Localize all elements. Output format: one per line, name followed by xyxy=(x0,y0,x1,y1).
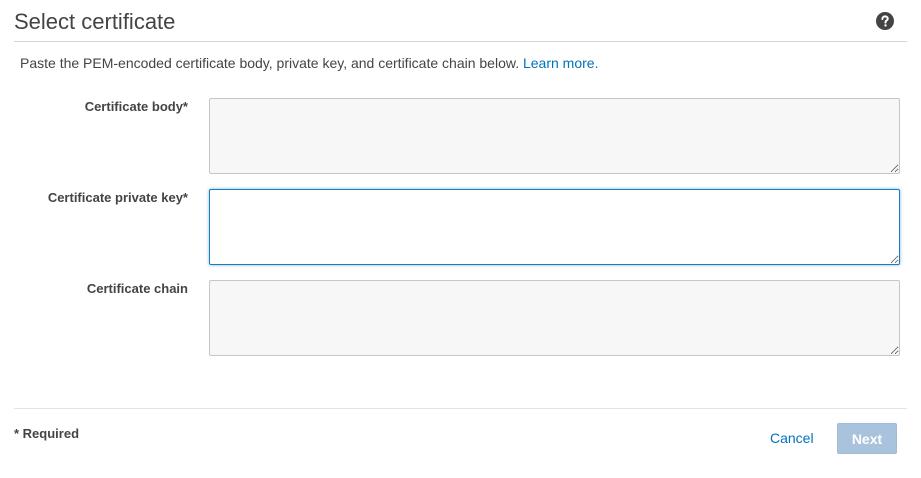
certificate-chain-field[interactable] xyxy=(209,280,900,356)
header-divider xyxy=(14,41,907,42)
intro-text: Paste the PEM-encoded certificate body, … xyxy=(20,54,598,72)
intro-description: Paste the PEM-encoded certificate body, … xyxy=(20,55,520,71)
certificate-body-field[interactable] xyxy=(209,98,900,174)
cancel-button[interactable]: Cancel xyxy=(760,423,824,453)
next-button[interactable]: Next xyxy=(837,423,897,454)
page-title: Select certificate xyxy=(14,9,176,34)
learn-more-link[interactable]: Learn more. xyxy=(523,55,598,71)
certificate-chain-label: Certificate chain xyxy=(86,281,188,296)
certificate-private-key-field[interactable] xyxy=(209,189,900,265)
select-certificate-panel: Select certificate Paste the PEM-encoded… xyxy=(0,0,921,478)
question-circle-icon[interactable] xyxy=(876,12,894,30)
footer-divider xyxy=(14,408,907,409)
certificate-body-label: Certificate body* xyxy=(84,99,188,114)
certificate-private-key-label: Certificate private key* xyxy=(47,190,188,205)
required-note: * Required xyxy=(14,426,80,441)
